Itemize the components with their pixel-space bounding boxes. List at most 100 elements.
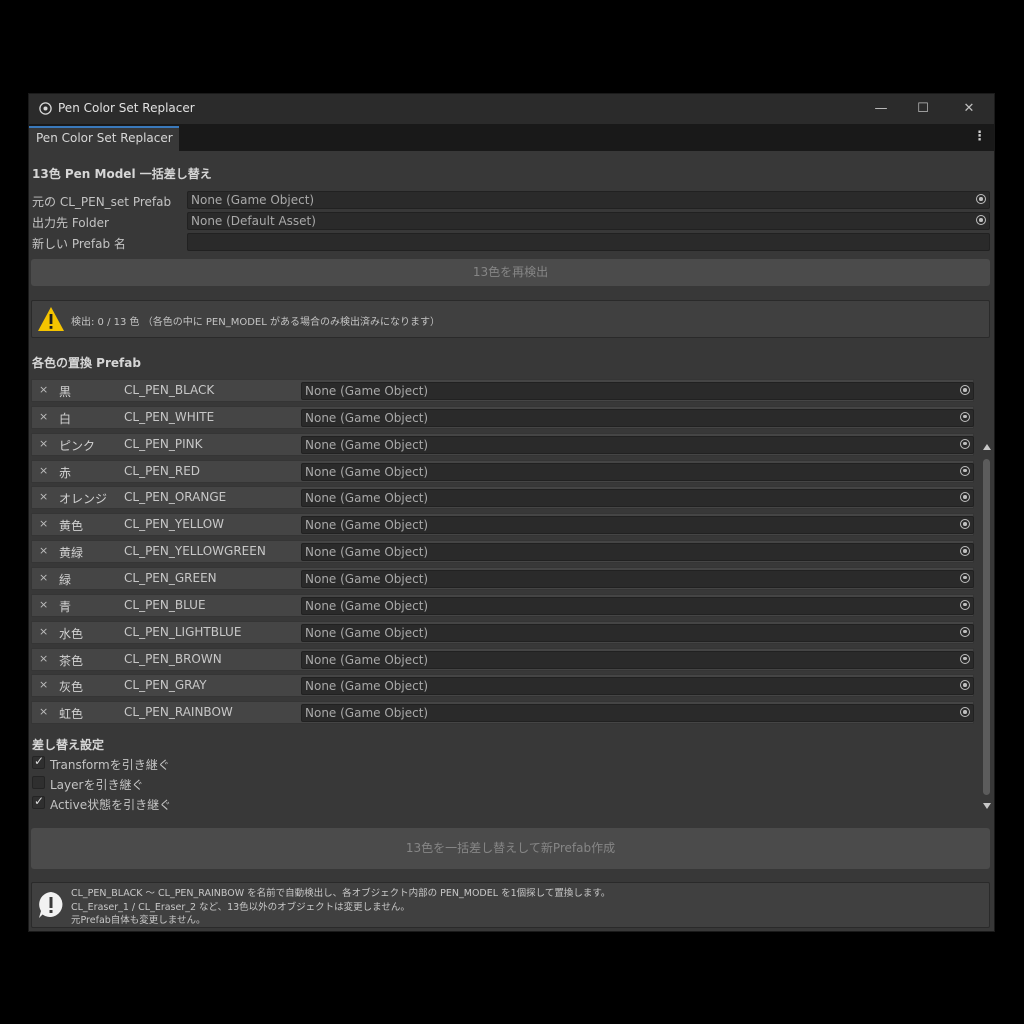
object-picker-icon[interactable] [976, 215, 986, 225]
object-picker-icon[interactable] [960, 653, 970, 664]
object-picker-icon[interactable] [960, 519, 970, 530]
redetect-button[interactable]: 13色を再検出 [31, 259, 990, 286]
new-prefab-name-input[interactable] [187, 233, 990, 251]
pen-id-label: CL_PEN_PINK [124, 436, 203, 451]
scroll-down-icon[interactable] [983, 803, 991, 809]
object-picker-icon[interactable] [960, 572, 970, 583]
replacement-prefab-value: None (Game Object) [305, 410, 429, 425]
pen-id-label: CL_PEN_YELLOW [124, 517, 225, 532]
color-name-label: ピンク [59, 438, 96, 453]
pen-id-label: CL_PEN_LIGHTBLUE [124, 624, 242, 639]
info-line: CL_PEN_BLACK 〜 CL_PEN_RAINBOW を名前で自動検出し、… [71, 888, 611, 899]
replacement-prefab-field[interactable]: None (Game Object) [301, 677, 974, 696]
remove-icon[interactable]: × [39, 544, 48, 557]
output-folder-field[interactable]: None (Default Asset) [187, 212, 990, 230]
maximize-button[interactable]: ☐ [911, 98, 935, 120]
minimize-button[interactable]: — [869, 98, 893, 120]
replacement-prefab-field[interactable]: None (Game Object) [301, 650, 974, 669]
replacement-prefab-field[interactable]: None (Game Object) [301, 408, 974, 427]
source-prefab-label: 元の CL_PEN_set Prefab [32, 195, 172, 209]
new-prefab-name-label: 新しい Prefab 名 [32, 237, 126, 251]
replace-row: × 黄色 CL_PEN_YELLOW None (Game Object) [31, 513, 974, 537]
color-name-label: 虹色 [59, 707, 84, 722]
warning-icon [38, 307, 64, 331]
pen-id-label: CL_PEN_RAINBOW [124, 705, 233, 720]
object-picker-icon[interactable] [976, 194, 986, 204]
replacement-prefab-field[interactable]: None (Game Object) [301, 462, 974, 481]
replacement-prefab-field[interactable]: None (Game Object) [301, 623, 974, 642]
close-button[interactable]: ✕ [957, 98, 981, 120]
replacement-prefab-field[interactable]: None (Game Object) [301, 596, 974, 615]
color-name-label: 緑 [59, 572, 72, 587]
replacement-prefab-field[interactable]: None (Game Object) [301, 435, 974, 454]
object-picker-icon[interactable] [960, 707, 970, 718]
remove-icon[interactable]: × [39, 410, 48, 423]
color-name-label: 黄緑 [59, 546, 84, 561]
replacement-prefab-field[interactable]: None (Game Object) [301, 704, 974, 723]
object-picker-icon[interactable] [960, 492, 970, 503]
color-name-label: 青 [59, 599, 72, 614]
pen-id-label: CL_PEN_BROWN [124, 651, 222, 666]
remove-icon[interactable]: × [39, 571, 48, 584]
replacement-prefab-value: None (Game Object) [305, 652, 429, 667]
layer-checkbox[interactable] [32, 776, 45, 789]
remove-icon[interactable]: × [39, 705, 48, 718]
object-picker-icon[interactable] [960, 599, 970, 610]
replacement-prefab-value: None (Game Object) [305, 571, 429, 586]
remove-icon[interactable]: × [39, 490, 48, 503]
object-picker-icon[interactable] [960, 438, 970, 449]
more-menu-icon[interactable]: ⋮ [973, 129, 986, 144]
color-name-label: 黒 [59, 385, 72, 399]
title-bar[interactable]: Pen Color Set Replacer — ☐ ✕ [29, 94, 994, 124]
tab-pen-color-set-replacer[interactable]: Pen Color Set Replacer [29, 126, 179, 151]
replacement-prefab-field[interactable]: None (Game Object) [301, 382, 974, 400]
object-picker-icon[interactable] [960, 465, 970, 476]
source-prefab-field[interactable]: None (Game Object) [187, 191, 990, 209]
detect-status-text: 検出: 0 / 13 色 （各色の中に PEN_MODEL がある場合のみ検出済… [71, 317, 440, 328]
remove-icon[interactable]: × [39, 464, 48, 477]
pen-id-label: CL_PEN_GREEN [124, 570, 217, 585]
replace-all-button[interactable]: 13色を一括差し替えして新Prefab作成 [31, 828, 990, 869]
output-folder-value: None (Default Asset) [191, 214, 316, 228]
replacement-prefab-field[interactable]: None (Game Object) [301, 489, 974, 508]
remove-icon[interactable]: × [39, 652, 48, 665]
object-picker-icon[interactable] [960, 680, 970, 691]
pen-id-label: CL_PEN_ORANGE [124, 490, 227, 505]
color-name-label: 灰色 [59, 680, 84, 695]
remove-icon[interactable]: × [39, 598, 48, 611]
remove-icon[interactable]: × [39, 625, 48, 638]
replace-row: × 黒 CL_PEN_BLACK None (Game Object) [31, 379, 974, 402]
replacement-prefab-value: None (Game Object) [305, 598, 429, 613]
list-scrollbar[interactable] [981, 443, 993, 813]
remove-icon[interactable]: × [39, 517, 48, 530]
object-picker-icon[interactable] [960, 411, 970, 422]
remove-icon[interactable]: × [39, 678, 48, 691]
active-checkbox[interactable] [32, 794, 45, 809]
replace-row: × 赤 CL_PEN_RED None (Game Object) [31, 459, 974, 483]
replacement-prefab-value: None (Game Object) [305, 706, 429, 721]
replacement-prefab-field[interactable]: None (Game Object) [301, 516, 974, 535]
color-name-label: 白 [59, 411, 72, 426]
replacement-prefab-field[interactable]: None (Game Object) [301, 569, 974, 588]
replacement-prefab-field[interactable]: None (Game Object) [301, 543, 974, 562]
replace-row: × 白 CL_PEN_WHITE None (Game Object) [31, 405, 974, 429]
replacement-prefab-value: None (Game Object) [305, 518, 429, 533]
object-picker-icon[interactable] [960, 546, 970, 557]
scroll-up-icon[interactable] [983, 444, 991, 450]
pen-id-label: CL_PEN_GRAY [124, 678, 207, 693]
info-exclamation-icon [39, 892, 63, 918]
color-name-label: オレンジ [59, 492, 108, 507]
object-picker-icon[interactable] [960, 385, 970, 395]
window-title: Pen Color Set Replacer [58, 101, 195, 115]
remove-icon[interactable]: × [39, 437, 48, 450]
transform-checkbox[interactable] [32, 754, 45, 769]
remove-icon[interactable]: × [39, 383, 48, 396]
replace-row: × 黄緑 CL_PEN_YELLOWGREEN None (Game Object) [31, 540, 974, 564]
page-title: 13色 Pen Model 一括差し替え [32, 167, 212, 181]
pen-id-label: CL_PEN_BLUE [124, 597, 206, 612]
pen-id-label: CL_PEN_BLACK [124, 383, 215, 397]
scrollbar-thumb[interactable] [983, 459, 990, 795]
object-picker-icon[interactable] [960, 626, 970, 637]
replace-row: × 茶色 CL_PEN_BROWN None (Game Object) [31, 647, 974, 671]
color-name-label: 茶色 [59, 653, 84, 668]
